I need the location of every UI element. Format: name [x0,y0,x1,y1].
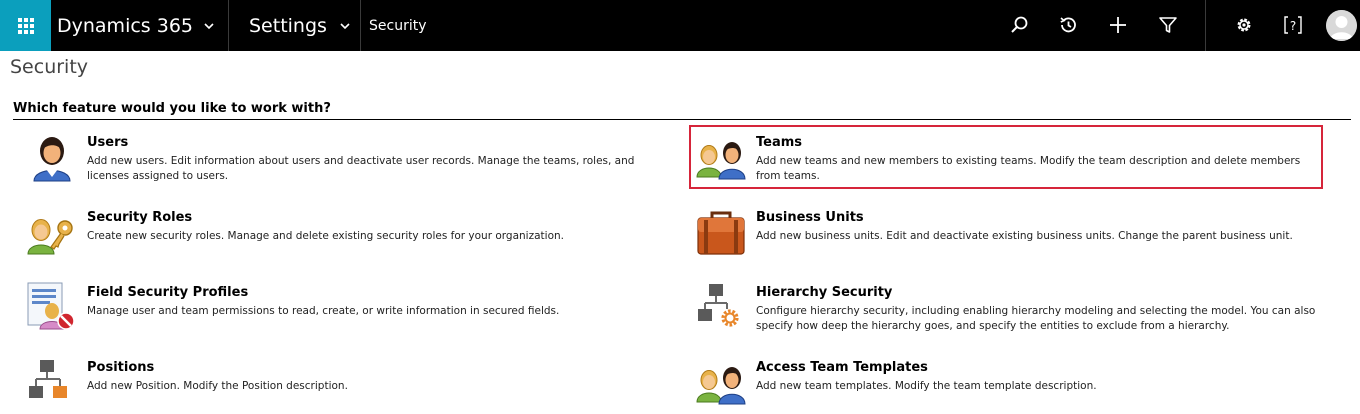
feature-users[interactable]: Users Add new users. Edit information ab… [26,131,666,191]
app-name: Dynamics 365 [57,14,193,37]
recent-icon[interactable] [1056,13,1080,37]
feature-field-security-profiles[interactable]: Field Security Profiles Manage user and … [26,281,666,337]
feature-title[interactable]: Teams [756,135,802,150]
feature-description: Add new team templates. Modify the team … [756,380,1097,392]
feature-description: Add new teams and new members to existin… [756,155,1301,182]
top-navigation-bar: Dynamics 365 Settings Security ? [0,0,1360,51]
chevron-down-icon [340,22,350,29]
access-team-template-icon [696,367,746,405]
feature-security-roles[interactable]: Security Roles Create new security roles… [26,206,666,262]
area-switcher[interactable]: Settings [229,0,360,51]
feature-positions[interactable]: Positions Add new Position. Modify the P… [26,356,666,412]
chevron-down-icon [204,22,214,29]
feature-description: Manage user and team permissions to read… [87,305,560,317]
feature-description: Create new security roles. Manage and de… [87,230,564,242]
feature-title[interactable]: Users [87,135,128,150]
new-record-icon[interactable] [1106,13,1130,37]
user-avatar[interactable] [1326,10,1357,41]
feature-title[interactable]: Field Security Profiles [87,285,248,300]
settings-gear-icon[interactable] [1232,13,1256,37]
field-security-profile-icon [27,282,75,330]
section-heading: Which feature would you like to work wit… [13,101,331,116]
security-role-key-icon [27,219,73,255]
nav-divider [360,0,361,51]
feature-title[interactable]: Positions [87,360,154,375]
nav-divider [1205,0,1206,51]
advanced-find-icon[interactable] [1156,13,1180,37]
app-switcher[interactable]: Dynamics 365 [51,0,228,51]
team-icon [696,142,746,180]
feature-title[interactable]: Access Team Templates [756,360,928,375]
feature-title[interactable]: Security Roles [87,210,192,225]
positions-hierarchy-icon [29,360,67,398]
feature-description: Add new business units. Edit and deactiv… [756,230,1293,242]
feature-title[interactable]: Hierarchy Security [756,285,892,300]
svg-text:?: ? [1290,19,1296,33]
feature-title[interactable]: Business Units [756,210,864,225]
breadcrumb[interactable]: Security [369,0,427,51]
app-launcher-icon[interactable] [0,0,51,51]
briefcase-icon [697,211,745,255]
feature-description: Configure hierarchy security, including … [756,305,1316,332]
feature-business-units[interactable]: Business Units Add new business units. E… [695,206,1335,262]
section-divider [13,119,1351,120]
hierarchy-settings-icon [698,284,739,327]
search-icon[interactable] [1007,13,1031,37]
feature-description: Add new Position. Modify the Position de… [87,380,348,392]
feature-teams[interactable]: Teams Add new teams and new members to e… [695,131,1325,187]
help-icon[interactable]: ? [1281,13,1305,37]
feature-access-team-templates[interactable]: Access Team Templates Add new team templ… [695,356,1335,412]
page-title: Security [10,56,89,78]
feature-description: Add new users. Edit information about us… [87,155,635,182]
feature-hierarchy-security[interactable]: Hierarchy Security Configure hierarchy s… [695,281,1345,341]
area-name: Settings [249,14,327,37]
user-icon [33,137,71,182]
